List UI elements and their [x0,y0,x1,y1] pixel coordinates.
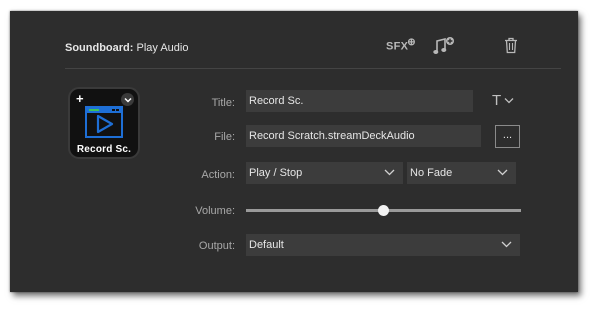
play-window-icon [85,106,123,138]
fade-select-value: No Fade [410,167,453,179]
action-name: Play Audio [133,42,189,54]
action-select[interactable]: Play / Stop [246,162,403,184]
chevron-down-icon [501,241,512,248]
key-menu-chevron[interactable] [121,93,134,106]
sfx-label: SFX [386,40,409,53]
add-music-button[interactable] [433,36,455,61]
title-style-button[interactable]: T [492,92,514,109]
key-title: Record Sc. [76,144,132,155]
chevron-down-icon [384,169,395,176]
volume-slider-thumb[interactable] [378,205,389,216]
soundboard-panel: Soundboard: Play Audio SFX⊕ + Record Sc.… [10,11,578,292]
action-select-value: Play / Stop [249,167,303,179]
header-divider [65,68,561,69]
add-sfx-button[interactable]: SFX⊕ [386,37,416,53]
output-label: Output: [198,240,235,252]
volume-label: Volume: [195,205,235,217]
output-select[interactable]: Default [246,234,520,256]
fade-select[interactable]: No Fade [407,162,516,184]
file-input[interactable]: Record Scratch.streamDeckAudio [246,125,481,147]
action-label: Action: [201,169,235,181]
title-label: Title: [211,97,235,109]
add-plus-icon: ⊕ [407,37,416,48]
plugin-name: Soundboard: [65,42,134,54]
text-style-icon: T [492,92,502,109]
delete-button[interactable] [504,37,518,59]
file-label: File: [214,131,235,143]
add-state-icon: + [76,91,84,106]
chevron-down-icon [123,97,132,103]
browse-file-button[interactable]: ... [495,125,520,148]
panel-header-title: Soundboard: Play Audio [65,42,188,54]
chevron-down-icon [497,169,508,176]
title-input[interactable]: Record Sc. [246,90,473,112]
key-preview[interactable]: + Record Sc. [68,87,140,159]
output-select-value: Default [249,239,284,251]
chevron-down-icon [504,98,514,104]
music-note-add-icon [433,37,454,54]
trash-icon [505,37,517,54]
